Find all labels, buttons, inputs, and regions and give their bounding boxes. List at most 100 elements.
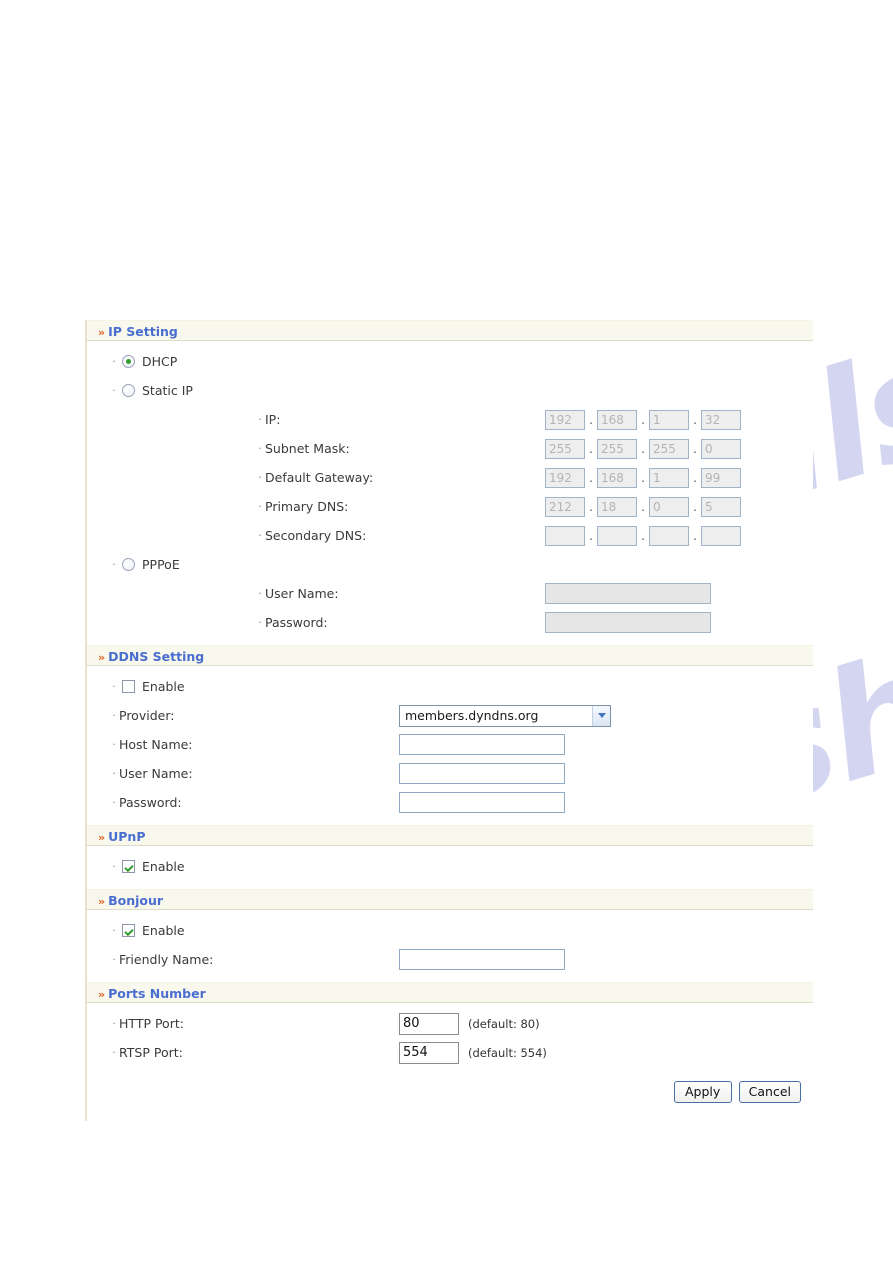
bullet-icon: · [112, 924, 116, 937]
checkbox-upnp-enable[interactable] [122, 860, 135, 873]
field-row-pppoe-username: · User Name: [87, 579, 813, 608]
section-title-ip-setting: IP Setting [108, 324, 178, 339]
field-label-ddns-hostname: Host Name: [119, 737, 193, 752]
rtsp-port-input[interactable] [399, 1041, 459, 1064]
bullet-icon: · [258, 413, 262, 426]
radio-label-pppoe: PPPoE [142, 557, 180, 572]
secondary-dns-octet-4[interactable] [701, 525, 741, 546]
chevron-down-icon[interactable] [592, 705, 610, 726]
field-label-default-gateway: Default Gateway: [265, 470, 374, 485]
section-body-ip-setting: · DHCP · Static IP · IP: . . [87, 341, 813, 645]
octet-separator: . [693, 499, 697, 514]
checkbox-row-upnp-enable[interactable]: · Enable [87, 852, 813, 881]
field-row-ddns-username: · User Name: [87, 759, 813, 788]
section-header-ddns-setting: » DDNS Setting [87, 645, 813, 666]
section-title-ports-number: Ports Number [108, 986, 206, 1001]
checkbox-row-ddns-enable[interactable]: · Enable [87, 672, 813, 701]
field-row-http-port: · HTTP Port: (default: 80) [87, 1009, 813, 1038]
apply-button[interactable]: Apply [673, 1081, 732, 1103]
primary-dns-octet-1[interactable] [545, 496, 585, 517]
bullet-icon: · [258, 616, 262, 629]
field-row-ddns-provider: · Provider: members.dyndns.org [87, 701, 813, 730]
ip-octet-group-subnet-mask: . . . [545, 438, 741, 459]
http-port-input[interactable] [399, 1012, 459, 1035]
radio-row-dhcp[interactable]: · DHCP [87, 347, 813, 376]
section-ports-number: »Ports Number · HTTP Port: (default: 80)… [87, 982, 813, 1121]
field-row-rtsp-port: · RTSP Port: (default: 554) [87, 1038, 813, 1067]
secondary-dns-octet-1[interactable] [545, 525, 585, 546]
radio-row-static-ip[interactable]: · Static IP [87, 376, 813, 405]
radio-row-pppoe[interactable]: · PPPoE [87, 550, 813, 579]
octet-separator: . [589, 499, 593, 514]
checkbox-label-bonjour-enable: Enable [142, 923, 185, 938]
bullet-icon: · [112, 767, 116, 780]
octet-separator: . [693, 441, 697, 456]
octet-separator: . [589, 412, 593, 427]
checkbox-row-bonjour-enable[interactable]: · Enable [87, 916, 813, 945]
field-label-pppoe-password: Password: [265, 615, 328, 630]
subnet-octet-4[interactable] [701, 438, 741, 459]
bullet-icon: · [112, 1017, 116, 1030]
section-header-ip-setting: » IP Setting [87, 320, 813, 341]
radio-static-ip[interactable] [122, 384, 135, 397]
gateway-octet-1[interactable] [545, 467, 585, 488]
field-label-secondary-dns: Secondary DNS: [265, 528, 367, 543]
pppoe-username-input[interactable] [545, 583, 711, 604]
secondary-dns-octet-2[interactable] [597, 525, 637, 546]
ip-octet-1[interactable] [545, 409, 585, 430]
field-row-ddns-password: · Password: [87, 788, 813, 817]
primary-dns-octet-4[interactable] [701, 496, 741, 517]
cancel-button[interactable]: Cancel [738, 1081, 801, 1103]
chevron-right-icon: » [98, 831, 105, 844]
field-label-ip: IP: [265, 412, 281, 427]
gateway-octet-3[interactable] [649, 467, 689, 488]
pppoe-password-input[interactable] [545, 612, 711, 633]
form-actions: Apply Cancel [87, 1067, 813, 1113]
section-header-bonjour: » Bonjour [87, 889, 813, 910]
radio-dhcp[interactable] [122, 355, 135, 368]
bullet-icon: · [112, 953, 116, 966]
bonjour-friendly-name-input[interactable] [399, 949, 565, 970]
field-label-rtsp-port: RTSP Port: [119, 1045, 183, 1060]
secondary-dns-octet-3[interactable] [649, 525, 689, 546]
ip-octet-3[interactable] [649, 409, 689, 430]
subnet-octet-1[interactable] [545, 438, 585, 459]
primary-dns-octet-2[interactable] [597, 496, 637, 517]
ddns-hostname-input[interactable] [399, 734, 565, 755]
octet-separator: . [589, 441, 593, 456]
checkbox-ddns-enable[interactable] [122, 680, 135, 693]
primary-dns-octet-3[interactable] [649, 496, 689, 517]
gateway-octet-4[interactable] [701, 467, 741, 488]
subnet-octet-3[interactable] [649, 438, 689, 459]
gateway-octet-2[interactable] [597, 467, 637, 488]
bullet-icon: · [112, 384, 116, 397]
ip-octet-4[interactable] [701, 409, 741, 430]
checkbox-label-ddns-enable: Enable [142, 679, 185, 694]
section-body-ports-number: · HTTP Port: (default: 80) · RTSP Port: … [87, 1003, 813, 1121]
bullet-icon: · [258, 587, 262, 600]
octet-separator: . [693, 528, 697, 543]
chevron-right-icon: » [98, 988, 105, 1001]
checkbox-bonjour-enable[interactable] [122, 924, 135, 937]
bullet-icon: · [112, 1046, 116, 1059]
field-label-ddns-provider: Provider: [119, 708, 175, 723]
ddns-username-input[interactable] [399, 763, 565, 784]
ddns-password-input[interactable] [399, 792, 565, 813]
section-title-ddns-setting: DDNS Setting [108, 649, 205, 664]
ip-octet-group-ip: . . . [545, 409, 741, 430]
radio-pppoe[interactable] [122, 558, 135, 571]
ddns-provider-select[interactable]: members.dyndns.org [399, 704, 611, 727]
subnet-octet-2[interactable] [597, 438, 637, 459]
bullet-icon: · [112, 558, 116, 571]
bullet-icon: · [112, 680, 116, 693]
octet-separator: . [641, 470, 645, 485]
field-row-ddns-hostname: · Host Name: [87, 730, 813, 759]
radio-label-dhcp: DHCP [142, 354, 178, 369]
field-row-primary-dns: · Primary DNS: . . . [87, 492, 813, 521]
field-row-ip: · IP: . . . [87, 405, 813, 434]
ddns-provider-selected-value: members.dyndns.org [405, 708, 539, 723]
field-label-http-port: HTTP Port: [119, 1016, 184, 1031]
ip-octet-2[interactable] [597, 409, 637, 430]
chevron-right-icon: » [98, 326, 105, 339]
octet-separator: . [693, 412, 697, 427]
